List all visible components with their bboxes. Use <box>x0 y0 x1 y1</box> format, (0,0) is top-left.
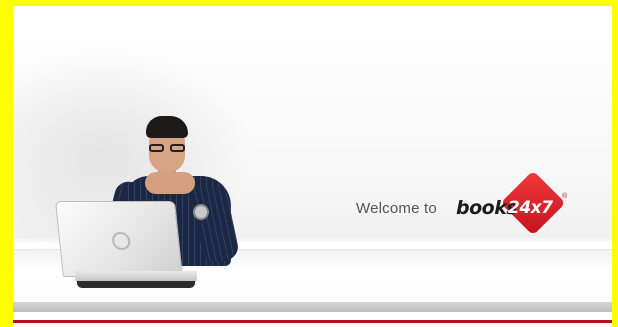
welcome-splash: Welcome to books 24x7 ® <box>13 6 612 327</box>
brand-logo: books 24x7 ® <box>456 170 576 237</box>
laptop-lid <box>55 201 183 277</box>
bottom-strip <box>13 323 612 327</box>
registered-mark: ® <box>562 193 568 200</box>
brand-number: 24x7 <box>508 198 553 218</box>
welcome-text: Welcome to <box>356 200 437 217</box>
glasses <box>148 144 188 153</box>
clasped-hands <box>145 172 195 194</box>
laptop-illustration <box>55 201 199 293</box>
laptop-keyboard-edge <box>77 281 195 288</box>
hair <box>146 116 188 138</box>
desk-edge <box>13 302 612 312</box>
laptop-logo-icon <box>111 232 132 250</box>
